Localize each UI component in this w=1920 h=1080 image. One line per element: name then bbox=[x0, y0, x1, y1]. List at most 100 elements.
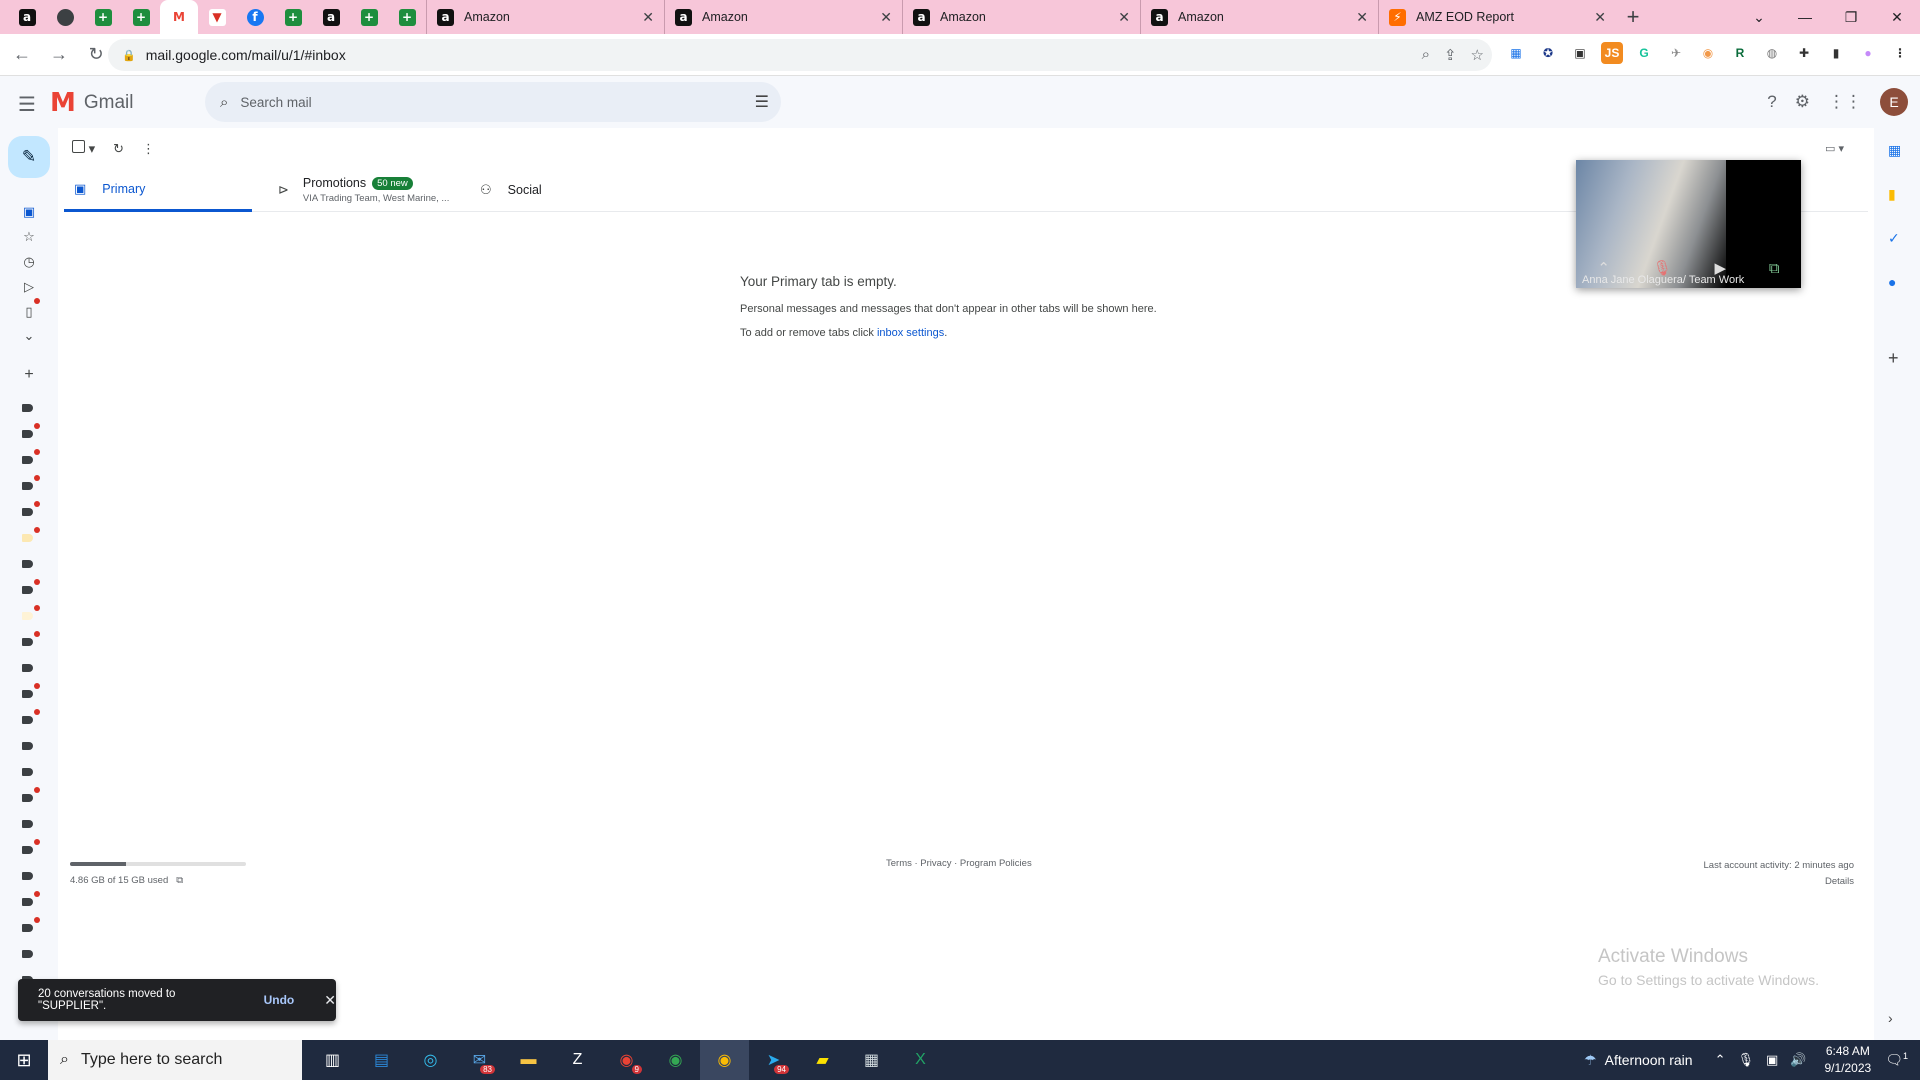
chrome-icon[interactable]: ◉ 9 bbox=[602, 1040, 651, 1080]
inbox-icon[interactable]: ▣ bbox=[20, 204, 38, 220]
chrome-icon[interactable]: ◉ bbox=[651, 1040, 700, 1080]
collapse-panel-icon[interactable]: › bbox=[1888, 1010, 1893, 1026]
refresh-icon[interactable]: ↻ bbox=[113, 141, 124, 157]
forward-icon[interactable]: → bbox=[44, 40, 74, 70]
back-icon[interactable]: ← bbox=[7, 40, 37, 70]
contacts-icon[interactable]: ● bbox=[1888, 274, 1896, 290]
address-bar[interactable]: 🔒 mail.google.com/mail/u/1/#inbox ⌕ ⇪ ☆ bbox=[108, 39, 1492, 71]
puzzle-icon[interactable]: ✚ bbox=[1793, 42, 1815, 64]
more-options-icon[interactable]: ⋮ bbox=[142, 141, 155, 157]
bookmark-star-icon[interactable]: ☆ bbox=[1471, 46, 1484, 64]
label-tag-icon[interactable] bbox=[22, 482, 33, 490]
extension-icon[interactable]: R bbox=[1729, 42, 1751, 64]
search-input[interactable]: ⌕ Search mail ☰ bbox=[205, 82, 781, 122]
label-tag-icon[interactable] bbox=[22, 716, 33, 724]
label-tag-icon[interactable] bbox=[22, 768, 33, 776]
new-tab-button[interactable]: + bbox=[1616, 0, 1650, 34]
windows-start-icon[interactable]: ⊞ bbox=[0, 1040, 48, 1080]
create-label-icon[interactable]: + bbox=[20, 366, 38, 384]
browser-tab[interactable]: a Amazon ✕ bbox=[902, 0, 1140, 34]
avatar[interactable]: E bbox=[1880, 88, 1908, 116]
pinned-tab[interactable]: f bbox=[236, 0, 274, 34]
pinned-tab[interactable] bbox=[46, 0, 84, 34]
extension-icon[interactable]: ▦ bbox=[1505, 42, 1527, 64]
profile-icon[interactable]: ● bbox=[1857, 42, 1879, 64]
get-addons-icon[interactable]: + bbox=[1888, 348, 1899, 369]
file-explorer-icon[interactable]: ▬ bbox=[504, 1040, 553, 1080]
pinned-tab[interactable]: + bbox=[350, 0, 388, 34]
label-tag-icon[interactable] bbox=[22, 430, 33, 438]
extension-icon[interactable]: ▣ bbox=[1569, 42, 1591, 64]
label-tag-icon[interactable] bbox=[22, 820, 33, 828]
tab-search-icon[interactable]: ⌄ bbox=[1736, 0, 1782, 34]
label-tag-icon[interactable] bbox=[22, 846, 33, 854]
lock-icon[interactable]: 🔒 bbox=[122, 49, 136, 62]
label-tag-icon[interactable] bbox=[22, 690, 33, 698]
label-tag-icon[interactable] bbox=[22, 872, 33, 880]
extension-icon[interactable]: JS bbox=[1601, 42, 1623, 64]
pinned-tab[interactable]: a bbox=[8, 0, 46, 34]
excel-icon[interactable]: X bbox=[896, 1040, 945, 1080]
label-tag-icon[interactable] bbox=[22, 638, 33, 646]
zoom-icon[interactable]: ⌕ bbox=[1422, 46, 1430, 64]
more-chevron-icon[interactable]: ⌄ bbox=[20, 328, 38, 344]
label-tag-icon[interactable] bbox=[22, 508, 33, 516]
label-tag-icon[interactable] bbox=[22, 742, 33, 750]
pinned-tab-active[interactable]: M bbox=[160, 0, 198, 34]
extension-icon[interactable]: ◍ bbox=[1761, 42, 1783, 64]
browser-tab[interactable]: a Amazon ✕ bbox=[1140, 0, 1378, 34]
help-icon[interactable]: ? bbox=[1767, 92, 1776, 112]
chrome-icon[interactable]: ◉ bbox=[700, 1040, 749, 1080]
restore-icon[interactable]: ❐ bbox=[1828, 0, 1874, 34]
sent-icon[interactable]: ▷ bbox=[20, 279, 38, 295]
reload-icon[interactable]: ↻ bbox=[81, 40, 111, 70]
calculator-icon[interactable]: ▦ bbox=[847, 1040, 896, 1080]
drafts-icon[interactable]: ▯ bbox=[20, 304, 38, 320]
taskbar-search-input[interactable]: ⌕ Type here to search bbox=[48, 1040, 302, 1080]
snoozed-icon[interactable]: ◷ bbox=[20, 254, 38, 270]
zoom-app-icon[interactable]: Z bbox=[553, 1040, 602, 1080]
browser-tab[interactable]: ⚡ AMZ EOD Report ✕ bbox=[1378, 0, 1616, 34]
video-call-overlay[interactable]: ⌃ 🎙 ▶ ⧉ Anna Jane Olaguera/ Team Work bbox=[1576, 160, 1801, 288]
label-tag-icon[interactable] bbox=[22, 586, 33, 594]
search-icon[interactable]: ⌕ bbox=[220, 94, 228, 111]
pinned-tab[interactable]: + bbox=[274, 0, 312, 34]
chevron-up-icon[interactable]: ⌃ bbox=[1715, 1052, 1726, 1068]
keyboard-density-icon[interactable]: ▭ ▾ bbox=[1825, 142, 1844, 155]
close-icon[interactable]: ✕ bbox=[324, 992, 336, 1009]
tab-primary[interactable]: ▣ Primary bbox=[64, 168, 252, 212]
minimize-icon[interactable]: — bbox=[1782, 0, 1828, 34]
label-tag-icon[interactable] bbox=[22, 898, 33, 906]
tasks-icon[interactable]: ✓ bbox=[1888, 230, 1900, 247]
calendar-icon[interactable]: ▦ bbox=[1888, 142, 1901, 159]
pop-out-icon[interactable]: ⧉ bbox=[1769, 260, 1780, 277]
label-tag-icon[interactable] bbox=[22, 560, 33, 568]
close-tab-icon[interactable]: ✕ bbox=[642, 9, 654, 26]
apps-grid-icon[interactable]: ⋮⋮ bbox=[1828, 92, 1862, 112]
telegram-icon[interactable]: ➤ 94 bbox=[749, 1040, 798, 1080]
task-view-icon[interactable]: ▥ bbox=[308, 1040, 357, 1080]
edge-icon[interactable]: ◎ bbox=[406, 1040, 455, 1080]
label-tag-icon[interactable] bbox=[22, 794, 33, 802]
external-link-icon[interactable]: ⧉ bbox=[176, 875, 183, 886]
close-window-icon[interactable]: ✕ bbox=[1874, 0, 1920, 34]
microphone-icon[interactable]: 🎙 bbox=[1737, 1052, 1754, 1068]
search-options-icon[interactable]: ☰ bbox=[755, 92, 769, 112]
label-tag-icon[interactable] bbox=[22, 924, 33, 932]
pinned-tab[interactable]: + bbox=[388, 0, 426, 34]
side-panel-icon[interactable]: ▮ bbox=[1825, 42, 1847, 64]
label-tag-icon[interactable] bbox=[22, 664, 33, 672]
pinned-tab[interactable]: + bbox=[84, 0, 122, 34]
keep-icon[interactable]: ▮ bbox=[1888, 186, 1896, 203]
tab-promotions[interactable]: ⊳ Promotions 50 new VIA Trading Team, We… bbox=[268, 168, 458, 212]
extension-icon[interactable]: ✪ bbox=[1537, 42, 1559, 64]
browser-tab[interactable]: a Amazon ✕ bbox=[426, 0, 664, 34]
compose-button[interactable]: ✎ bbox=[8, 136, 50, 178]
menu-kebab-icon[interactable]: ⋮ bbox=[1889, 42, 1911, 64]
volume-icon[interactable]: 🔊 bbox=[1790, 1052, 1806, 1068]
label-tag-icon[interactable] bbox=[22, 950, 33, 958]
label-tag-icon[interactable] bbox=[22, 404, 33, 412]
tab-social[interactable]: ⚇ Social bbox=[470, 168, 650, 212]
details-link[interactable]: Details bbox=[1704, 874, 1854, 890]
main-menu-icon[interactable]: ☰ bbox=[18, 92, 36, 117]
